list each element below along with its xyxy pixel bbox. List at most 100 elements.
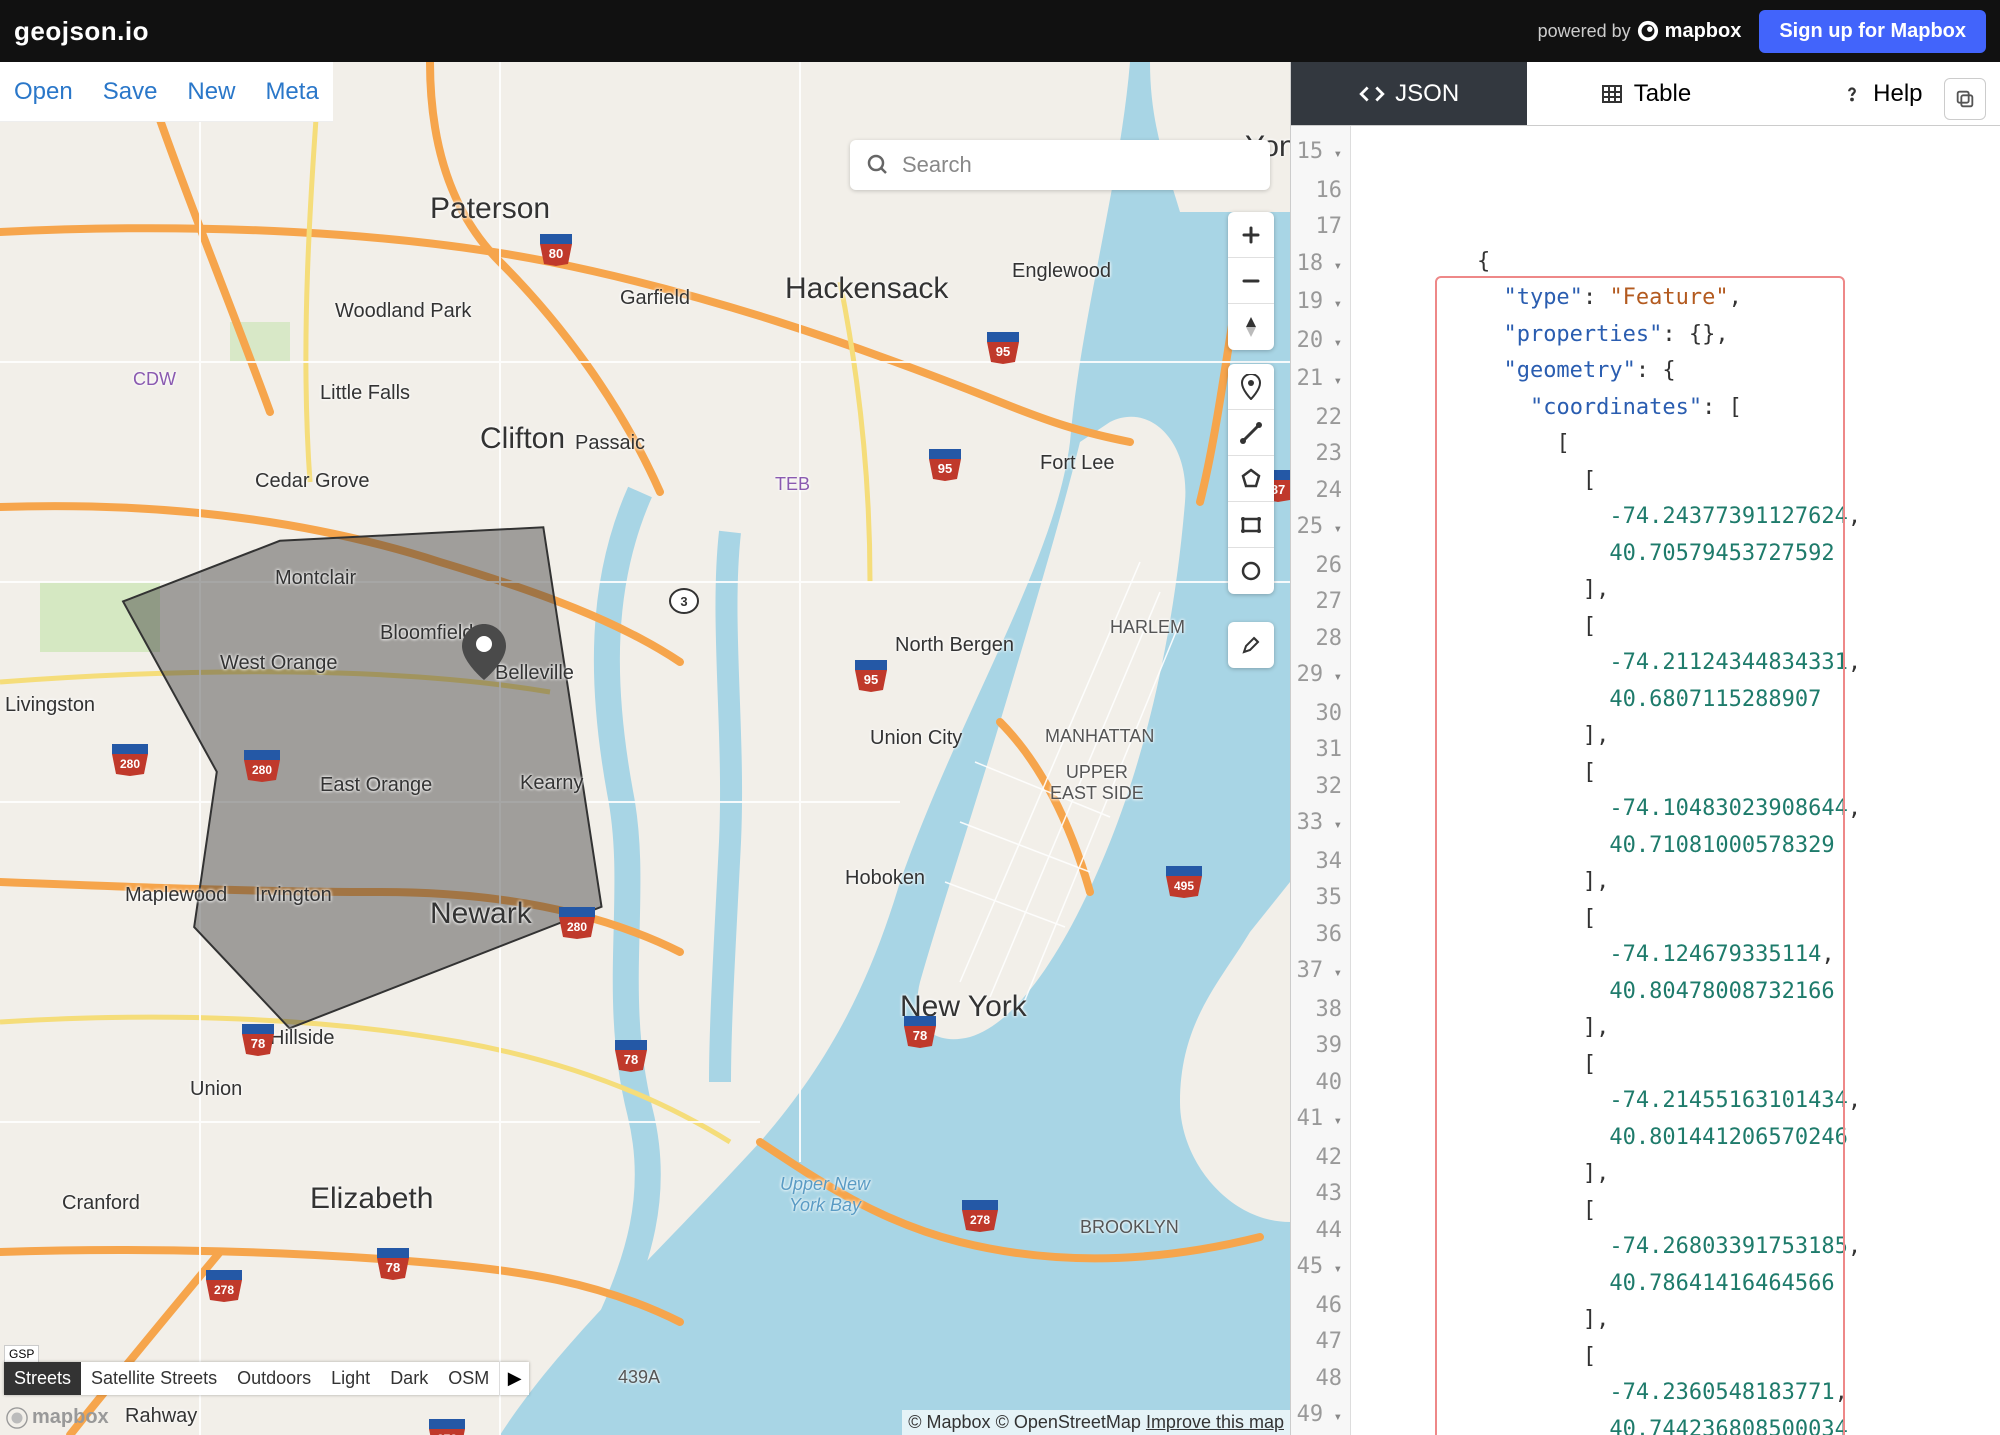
menu-save[interactable]: Save [103, 78, 158, 106]
attr-osm[interactable]: © OpenStreetMap [996, 1412, 1141, 1432]
place-label: Cedar Grove [255, 470, 370, 493]
zoom-in-button[interactable] [1228, 212, 1274, 258]
svg-text:278: 278 [970, 1213, 990, 1227]
code-gutter: 15 ▾161718 ▾19 ▾20 ▾21 ▾22232425 ▾262728… [1291, 126, 1351, 1435]
app-header: geojson.io powered by mapbox Sign up for… [0, 0, 2000, 62]
place-label: TEB [775, 474, 810, 495]
svg-text:3: 3 [680, 594, 687, 609]
svg-text:278: 278 [214, 1283, 234, 1297]
map[interactable]: PatersonWoodland ParkLittle FallsCedar G… [0, 62, 1290, 1435]
layer-light[interactable]: Light [321, 1362, 380, 1395]
svg-text:78: 78 [913, 1028, 927, 1043]
menubar: Open Save New Meta [0, 62, 333, 122]
map-search[interactable] [850, 140, 1270, 190]
place-label: Hoboken [845, 867, 925, 890]
panel-tabs: JSON Table Help [1291, 62, 2000, 126]
map-edit-controls [1228, 622, 1274, 668]
place-label: West Orange [220, 652, 337, 675]
map-marker-pin[interactable] [462, 624, 506, 685]
place-label: Hillside [270, 1027, 334, 1050]
draw-point-button[interactable] [1228, 364, 1274, 410]
place-label: Belleville [495, 662, 574, 685]
place-label: HARLEM [1110, 617, 1185, 638]
shield-i278: 278 [960, 1198, 1000, 1237]
layer-collapse-button[interactable]: ▶ [499, 1362, 529, 1395]
signup-button[interactable]: Sign up for Mapbox [1759, 10, 1986, 53]
svg-text:495: 495 [1174, 879, 1194, 893]
svg-text:95: 95 [864, 672, 878, 687]
code-icon [1359, 81, 1385, 107]
draw-circle-button[interactable] [1228, 548, 1274, 594]
shield-i78c: 78 [902, 1014, 938, 1053]
powered-by: powered by mapbox [1538, 20, 1742, 43]
menu-open[interactable]: Open [14, 78, 73, 106]
code-content[interactable]: { "type": "Feature", "properties": {}, "… [1351, 126, 2000, 1435]
shield-i280b: 280 [557, 905, 597, 944]
menu-meta[interactable]: Meta [265, 78, 318, 106]
edit-button[interactable] [1228, 622, 1274, 668]
place-label: Little Falls [320, 382, 410, 405]
layer-switcher: Streets Satellite Streets Outdoors Light… [4, 1362, 529, 1395]
place-label: CDW [133, 369, 176, 390]
map-attribution: © Mapbox © OpenStreetMap Improve this ma… [902, 1410, 1290, 1435]
attr-mapbox[interactable]: © Mapbox [908, 1412, 990, 1432]
place-label: Englewood [1012, 260, 1111, 283]
place-label: Clifton [480, 422, 565, 456]
powered-by-text: powered by [1538, 21, 1631, 42]
place-label: North Bergen [895, 634, 1014, 657]
tab-json[interactable]: JSON [1291, 62, 1527, 125]
copy-button[interactable] [1944, 78, 1986, 120]
place-label: Union [190, 1078, 242, 1101]
shield-i78d: 78 [613, 1038, 649, 1077]
mapbox-attribution-logo: mapbox [6, 1406, 109, 1429]
attr-improve[interactable]: Improve this map [1146, 1412, 1284, 1432]
search-input[interactable] [902, 152, 1254, 178]
shield-i278c: 278 [204, 1268, 244, 1307]
place-label: UPPER EAST SIDE [1050, 762, 1144, 804]
place-label: Montclair [275, 567, 356, 590]
shield-i95c: 95 [853, 658, 889, 697]
draw-line-button[interactable] [1228, 410, 1274, 456]
shield-i280: 280 [110, 742, 150, 781]
layer-osm[interactable]: OSM [438, 1362, 499, 1395]
tab-table[interactable]: Table [1527, 62, 1763, 125]
shield-i280c: 280 [242, 748, 282, 787]
place-label: Union City [870, 727, 962, 750]
shield-i78: 78 [240, 1022, 276, 1061]
place-label: Elizabeth [310, 1182, 433, 1216]
shield-i78b: 78 [375, 1246, 411, 1285]
draw-rectangle-button[interactable] [1228, 502, 1274, 548]
place-label: East Orange [320, 774, 432, 797]
mapbox-logo-icon [1637, 20, 1659, 42]
mapbox-brand-text: mapbox [1665, 20, 1742, 43]
svg-text:280: 280 [252, 763, 272, 777]
side-panel: JSON Table Help 15 ▾161718 ▾19 ▾20 ▾21 ▾… [1290, 62, 2000, 1435]
shield-i278b: 278 [427, 1417, 467, 1435]
svg-text:80: 80 [549, 246, 563, 261]
place-label: MANHATTAN [1045, 726, 1154, 747]
help-icon [1841, 83, 1863, 105]
svg-text:95: 95 [938, 461, 952, 476]
code-editor[interactable]: 15 ▾161718 ▾19 ▾20 ▾21 ▾22232425 ▾262728… [1291, 126, 2000, 1435]
place-label: 439A [618, 1367, 660, 1388]
draw-polygon-button[interactable] [1228, 456, 1274, 502]
search-icon [866, 153, 890, 177]
svg-text:78: 78 [386, 1260, 400, 1275]
place-label: Livingston [5, 694, 95, 717]
place-label: Hackensack [785, 272, 948, 306]
place-label: Fort Lee [1040, 452, 1114, 475]
app-logo: geojson.io [14, 16, 149, 47]
shield-i495: 495 [1164, 864, 1204, 903]
compass-button[interactable] [1228, 304, 1274, 350]
zoom-out-button[interactable] [1228, 258, 1274, 304]
menu-new[interactable]: New [187, 78, 235, 106]
map-draw-controls [1228, 364, 1274, 594]
gsp-badge: GSP [4, 1345, 39, 1363]
place-label: Passaic [575, 432, 645, 455]
place-label: Maplewood [125, 884, 227, 907]
layer-streets[interactable]: Streets [4, 1362, 81, 1395]
layer-satellite-streets[interactable]: Satellite Streets [81, 1362, 227, 1395]
layer-dark[interactable]: Dark [380, 1362, 438, 1395]
place-label: Paterson [430, 192, 550, 226]
layer-outdoors[interactable]: Outdoors [227, 1362, 321, 1395]
